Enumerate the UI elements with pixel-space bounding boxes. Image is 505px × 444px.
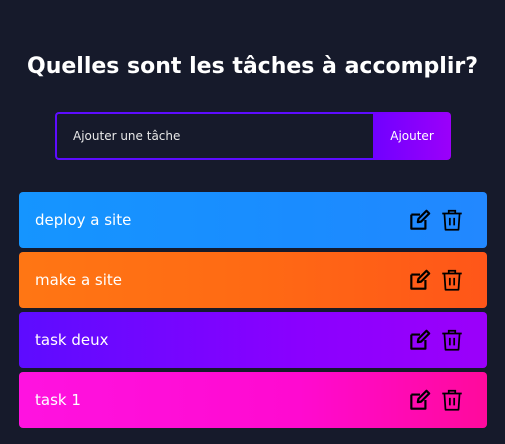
todo-text[interactable]: task 1	[35, 372, 81, 428]
task-input[interactable]	[55, 112, 373, 160]
trash-icon[interactable]	[439, 267, 465, 293]
trash-icon[interactable]	[439, 207, 465, 233]
todo-actions	[407, 327, 465, 353]
edit-icon[interactable]	[407, 267, 433, 293]
todo-form: Ajouter	[55, 112, 451, 160]
todo-item: task deux	[19, 312, 487, 368]
edit-icon[interactable]	[407, 327, 433, 353]
todo-item: task 1	[19, 372, 487, 428]
add-button[interactable]: Ajouter	[373, 112, 451, 160]
todo-app: Quelles sont les tâches à accomplir? Ajo…	[0, 0, 505, 444]
todo-text[interactable]: make a site	[35, 252, 122, 308]
todo-text[interactable]: task deux	[35, 312, 108, 368]
trash-icon[interactable]	[439, 327, 465, 353]
todo-actions	[407, 207, 465, 233]
todo-item: deploy a site	[19, 192, 487, 248]
todo-actions	[407, 387, 465, 413]
todo-actions	[407, 267, 465, 293]
page-title: Quelles sont les tâches à accomplir?	[27, 54, 478, 79]
todo-list: deploy a site make a site task deux task…	[19, 192, 487, 432]
edit-icon[interactable]	[407, 387, 433, 413]
trash-icon[interactable]	[439, 387, 465, 413]
todo-item: make a site	[19, 252, 487, 308]
edit-icon[interactable]	[407, 207, 433, 233]
todo-text[interactable]: deploy a site	[35, 192, 131, 248]
